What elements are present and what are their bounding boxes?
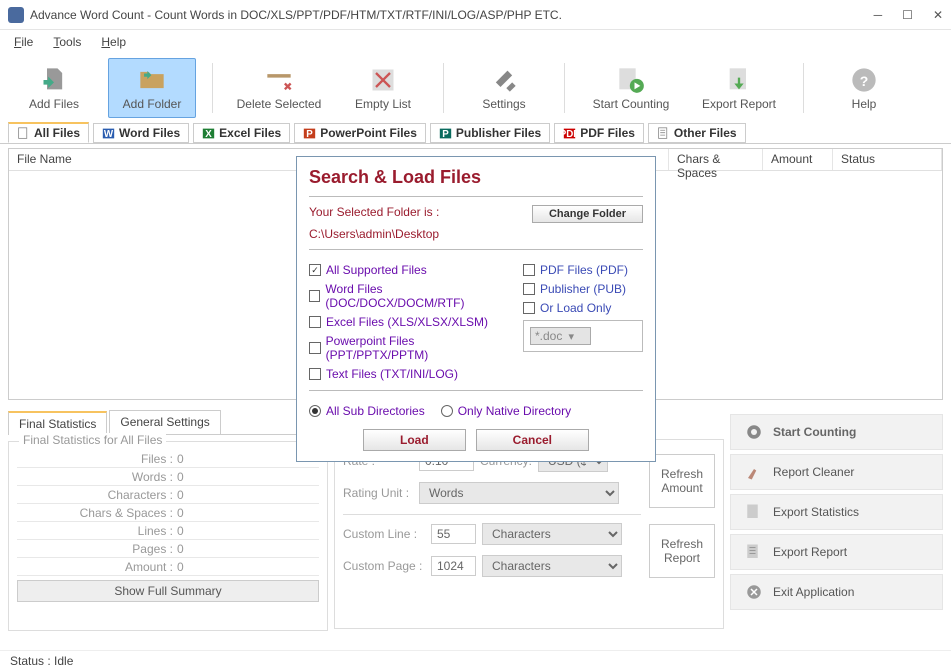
tab-final-statistics[interactable]: Final Statistics	[8, 411, 107, 435]
export-report-icon2	[745, 543, 763, 561]
start-counting-action[interactable]: Start Counting	[730, 414, 943, 450]
close-button[interactable]: ✕	[933, 8, 943, 22]
col-status[interactable]: Status	[833, 149, 942, 170]
add-folder-icon	[137, 66, 167, 94]
show-full-summary-button[interactable]: Show Full Summary	[17, 580, 319, 602]
chk-pdf[interactable]: PDF Files (PDF)	[523, 263, 643, 277]
chk-all-supported[interactable]: ✓All Supported Files	[309, 263, 513, 277]
empty-list-icon	[368, 66, 398, 94]
chk-ppt[interactable]: Powerpoint Files (PPT/PPTX/PPTM)	[309, 334, 513, 362]
empty-list-button[interactable]: Empty List	[339, 58, 427, 118]
chk-excel[interactable]: Excel Files (XLS/XLSX/XLSM)	[309, 315, 513, 329]
tab-general-settings[interactable]: General Settings	[109, 410, 220, 434]
tab-all-files[interactable]: All Files	[8, 122, 89, 143]
radio-native-only[interactable]: Only Native Directory	[441, 404, 571, 418]
tab-pdf-files[interactable]: PDFPDF Files	[554, 123, 644, 143]
svg-text:PDF: PDF	[563, 128, 576, 139]
refresh-report-button[interactable]: Refresh Report	[649, 524, 715, 578]
exit-application-action[interactable]: Exit Application	[730, 574, 943, 610]
report-cleaner-action[interactable]: Report Cleaner	[730, 454, 943, 490]
tab-other-files[interactable]: Other Files	[648, 123, 746, 143]
pub-icon: P	[439, 127, 452, 140]
selected-folder-label: Your Selected Folder is :	[309, 205, 439, 219]
svg-text:P: P	[442, 128, 449, 139]
svg-text:P: P	[306, 128, 313, 139]
chk-pub[interactable]: Publisher (PUB)	[523, 282, 643, 296]
refresh-amount-button[interactable]: Refresh Amount	[649, 454, 715, 508]
status-bar: Status : Idle	[0, 650, 951, 672]
export-stats-icon	[745, 503, 763, 521]
dialog-title: Search & Load Files	[309, 167, 643, 188]
svg-text:?: ?	[860, 72, 869, 88]
pdf-icon: PDF	[563, 127, 576, 140]
custom-line-input[interactable]	[431, 524, 476, 544]
tab-powerpoint-files[interactable]: PPowerPoint Files	[294, 123, 426, 143]
excel-icon: X	[202, 127, 215, 140]
maximize-button[interactable]: ☐	[902, 8, 913, 22]
menu-tools[interactable]: Tools	[53, 35, 81, 49]
broom-icon	[745, 463, 763, 481]
rating-unit-select[interactable]: Words	[419, 482, 619, 504]
settings-button[interactable]: Settings	[460, 58, 548, 118]
ppt-icon: P	[303, 127, 316, 140]
add-files-button[interactable]: Add Files	[10, 58, 98, 118]
cancel-button[interactable]: Cancel	[476, 429, 589, 451]
all-files-icon	[17, 127, 30, 140]
selected-folder-path: C:\Users\admin\Desktop	[309, 227, 643, 241]
final-statistics-group: Final Statistics for All Files Files :0 …	[8, 441, 328, 631]
search-load-dialog: Search & Load Files Your Selected Folder…	[296, 156, 656, 462]
export-report-button[interactable]: Export Report	[691, 58, 787, 118]
custom-page-unit-select[interactable]: Characters	[482, 555, 622, 577]
load-button[interactable]: Load	[363, 429, 466, 451]
window-title: Advance Word Count - Count Words in DOC/…	[30, 8, 874, 22]
custom-page-input[interactable]	[431, 556, 476, 576]
export-statistics-action[interactable]: Export Statistics	[730, 494, 943, 530]
tab-excel-files[interactable]: XExcel Files	[193, 123, 290, 143]
menu-help[interactable]: Help	[101, 35, 126, 49]
svg-text:X: X	[205, 128, 212, 139]
col-chars-spaces[interactable]: Chars & Spaces	[669, 149, 763, 170]
radio-all-sub[interactable]: All Sub Directories	[309, 404, 425, 418]
word-icon: W	[102, 127, 115, 140]
menu-file[interactable]: File	[14, 35, 33, 49]
add-files-icon	[39, 66, 69, 94]
chk-load-only[interactable]: Or Load Only	[523, 301, 643, 315]
app-icon	[8, 7, 24, 23]
help-icon: ?	[849, 66, 879, 94]
delete-icon	[264, 66, 294, 94]
tab-publisher-files[interactable]: PPublisher Files	[430, 123, 550, 143]
exit-icon	[745, 583, 763, 601]
start-counting-button[interactable]: Start Counting	[581, 58, 681, 118]
svg-text:W: W	[104, 128, 114, 139]
col-amount[interactable]: Amount	[763, 149, 833, 170]
export-report-action[interactable]: Export Report	[730, 534, 943, 570]
start-counting-icon	[616, 66, 646, 94]
gear-icon	[745, 423, 763, 441]
delete-selected-button[interactable]: Delete Selected	[229, 58, 329, 118]
change-folder-button[interactable]: Change Folder	[532, 205, 643, 223]
chk-txt[interactable]: Text Files (TXT/INI/LOG)	[309, 367, 513, 381]
other-icon	[657, 127, 670, 140]
chk-word[interactable]: Word Files (DOC/DOCX/DOCM/RTF)	[309, 282, 513, 310]
report-setting-group: Report Setting Rate : Currency: USD ($) …	[334, 439, 724, 629]
tab-word-files[interactable]: WWord Files	[93, 123, 189, 143]
settings-icon	[489, 66, 519, 94]
help-button[interactable]: ? Help	[820, 58, 908, 118]
minimize-button[interactable]: ─	[874, 8, 883, 22]
ext-filter-box: *.doc ▾	[523, 320, 643, 352]
custom-line-unit-select[interactable]: Characters	[482, 523, 622, 545]
add-folder-button[interactable]: Add Folder	[108, 58, 196, 118]
export-report-icon	[724, 66, 754, 94]
ext-select[interactable]: *.doc ▾	[530, 327, 591, 345]
